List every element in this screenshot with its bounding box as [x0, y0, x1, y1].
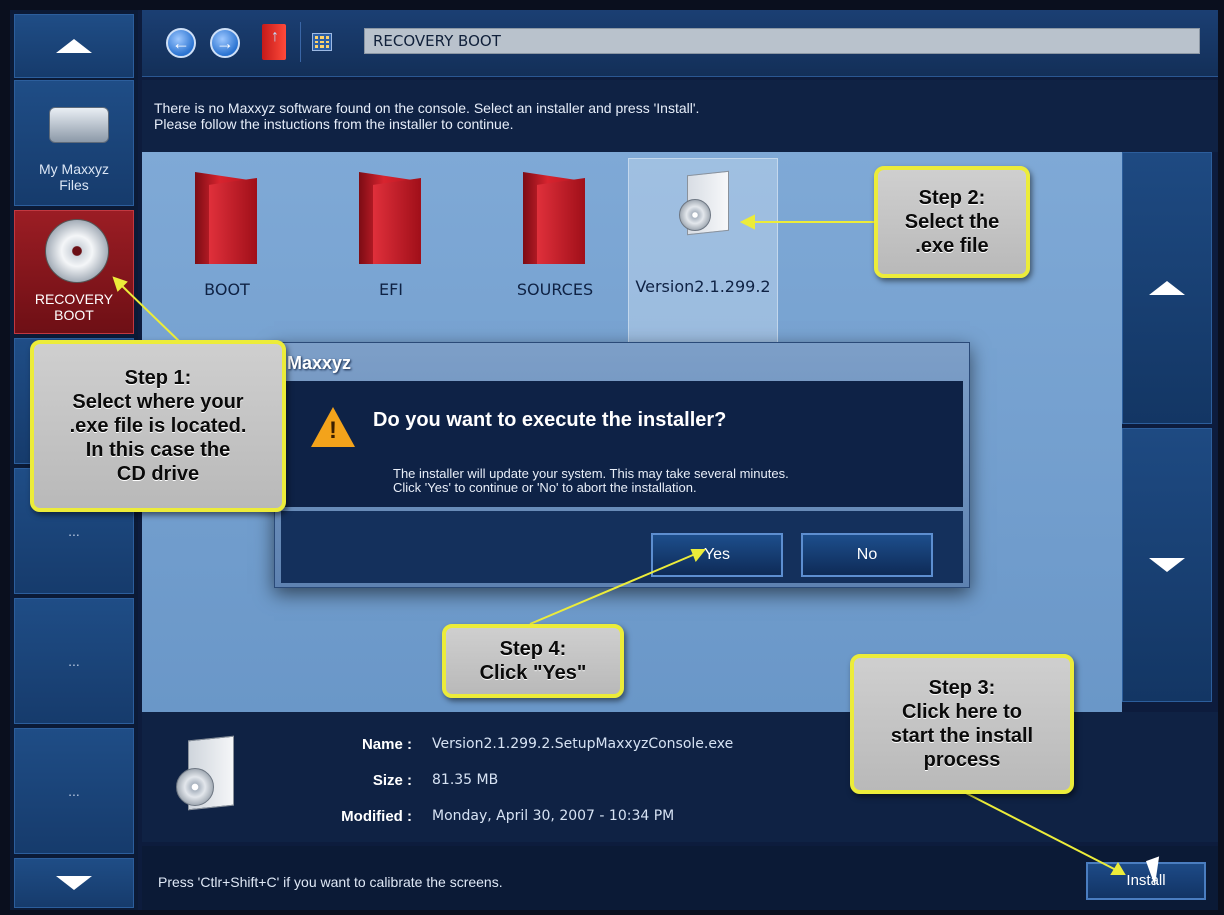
no-button[interactable]: No	[801, 533, 933, 577]
dialog-message-line: Click 'Yes' to continue or 'No' to abort…	[393, 480, 697, 495]
info-line: Please follow the instuctions from the i…	[154, 116, 514, 132]
callout-line: Select where your	[72, 391, 244, 413]
arrow-up-icon	[56, 39, 92, 53]
back-button[interactable]: ←	[166, 28, 196, 58]
callout-line: Step 2:	[918, 187, 986, 209]
dialog-title: Maxxyz	[287, 353, 352, 373]
arrow-down-icon	[1149, 558, 1185, 572]
toolbar-divider	[300, 22, 301, 62]
scroll-up-button[interactable]	[1122, 152, 1212, 424]
file-label: EFI	[378, 280, 404, 299]
callout-line: Step 1:	[124, 367, 192, 389]
callout-line: start the install	[890, 725, 1034, 747]
sidebar-scroll-up-button[interactable]	[14, 14, 134, 78]
dialog-message: The installer will update your system. T…	[393, 467, 789, 495]
view-grid-icon[interactable]	[312, 33, 332, 51]
cd-disc-icon	[45, 219, 109, 283]
file-item-efi[interactable]: EFI	[316, 162, 466, 342]
callout-line: Step 4:	[499, 638, 567, 660]
size-label: Size :	[372, 772, 412, 789]
file-label: Version2.1.299.2	[635, 277, 771, 296]
step1-callout: Step 1: Select where your .exe file is l…	[30, 340, 286, 512]
folder-icon	[523, 172, 585, 264]
sidebar-label: ...	[68, 783, 80, 799]
callout-line: Click "Yes"	[479, 662, 587, 684]
dialog-footer: Yes No	[281, 511, 963, 583]
callout-line: In this case the	[85, 439, 231, 461]
folder-icon	[359, 172, 421, 264]
sidebar-label: BOOT	[54, 307, 94, 323]
modified-value: Monday, April 30, 2007 - 10:34 PM	[432, 808, 675, 824]
arrow-up-icon: ↑	[271, 28, 279, 45]
arrow-down-icon	[56, 876, 92, 890]
install-button[interactable]: Install	[1086, 862, 1206, 900]
dialog-message-line: The installer will update your system. T…	[393, 466, 789, 481]
file-label: BOOT	[204, 280, 250, 299]
file-label: SOURCES	[516, 280, 594, 299]
sidebar-item-empty[interactable]: ...	[14, 728, 134, 854]
callout-line: Step 3:	[928, 677, 996, 699]
name-value: Version2.1.299.2.SetupMaxxyzConsole.exe	[432, 736, 734, 752]
sidebar-label: Files	[59, 177, 89, 193]
status-text: Press 'Ctlr+Shift+C' if you want to cali…	[158, 874, 503, 890]
forward-button[interactable]: →	[210, 28, 240, 58]
installer-icon	[176, 735, 236, 812]
callout-line: CD drive	[116, 463, 200, 485]
step3-callout: Step 3: Click here to start the install …	[850, 654, 1074, 794]
warning-icon: !	[311, 407, 355, 447]
modified-label: Modified :	[341, 808, 412, 825]
sidebar-item-empty[interactable]: ...	[14, 598, 134, 724]
arrow-up-icon	[1149, 281, 1185, 295]
up-folder-button[interactable]: ↑	[262, 24, 286, 60]
sidebar-label: ...	[68, 523, 80, 539]
sidebar-item-recovery-boot[interactable]: RECOVERY BOOT	[14, 210, 134, 334]
dialog-body: ! Do you want to execute the installer? …	[281, 381, 963, 507]
sidebar-label: ...	[68, 653, 80, 669]
folder-icon	[195, 172, 257, 264]
sidebar-label: My Maxxyz	[39, 161, 109, 177]
file-item-sources[interactable]: SOURCES	[480, 162, 630, 342]
hard-drive-icon	[49, 107, 109, 143]
callout-line: .exe file is located.	[69, 415, 247, 437]
step2-callout: Step 2: Select the .exe file	[874, 166, 1030, 278]
installer-icon	[679, 170, 729, 236]
sidebar-scroll-down-button[interactable]	[14, 858, 134, 908]
scroll-down-button[interactable]	[1122, 428, 1212, 702]
callout-line: process	[923, 749, 1001, 771]
callout-line: .exe file	[915, 235, 989, 257]
sidebar-label: RECOVERY	[34, 291, 114, 307]
top-toolbar: ← → ↑ RECOVERY BOOT	[142, 10, 1218, 77]
file-item-version-installer[interactable]: Version2.1.299.2	[628, 158, 778, 344]
yes-button[interactable]: Yes	[651, 533, 783, 577]
right-scroll-panel	[1122, 152, 1218, 712]
path-field: RECOVERY BOOT	[364, 28, 1200, 54]
sidebar-item-my-maxxyz-files[interactable]: My Maxxyz Files	[14, 80, 134, 206]
info-line: There is no Maxxyz software found on the…	[154, 100, 700, 116]
status-bar: Press 'Ctlr+Shift+C' if you want to cali…	[142, 846, 1218, 910]
callout-line: Select the	[904, 211, 1000, 233]
confirm-dialog: Maxxyz ! Do you want to execute the inst…	[274, 342, 970, 588]
file-item-boot[interactable]: BOOT	[152, 162, 302, 342]
step4-callout: Step 4: Click "Yes"	[442, 624, 624, 698]
name-label: Name :	[361, 736, 412, 753]
size-value: 81.35 MB	[432, 772, 499, 788]
callout-line: Click here to	[901, 701, 1023, 723]
dialog-question: Do you want to execute the installer?	[373, 409, 727, 431]
info-bar: There is no Maxxyz software found on the…	[142, 80, 1218, 152]
